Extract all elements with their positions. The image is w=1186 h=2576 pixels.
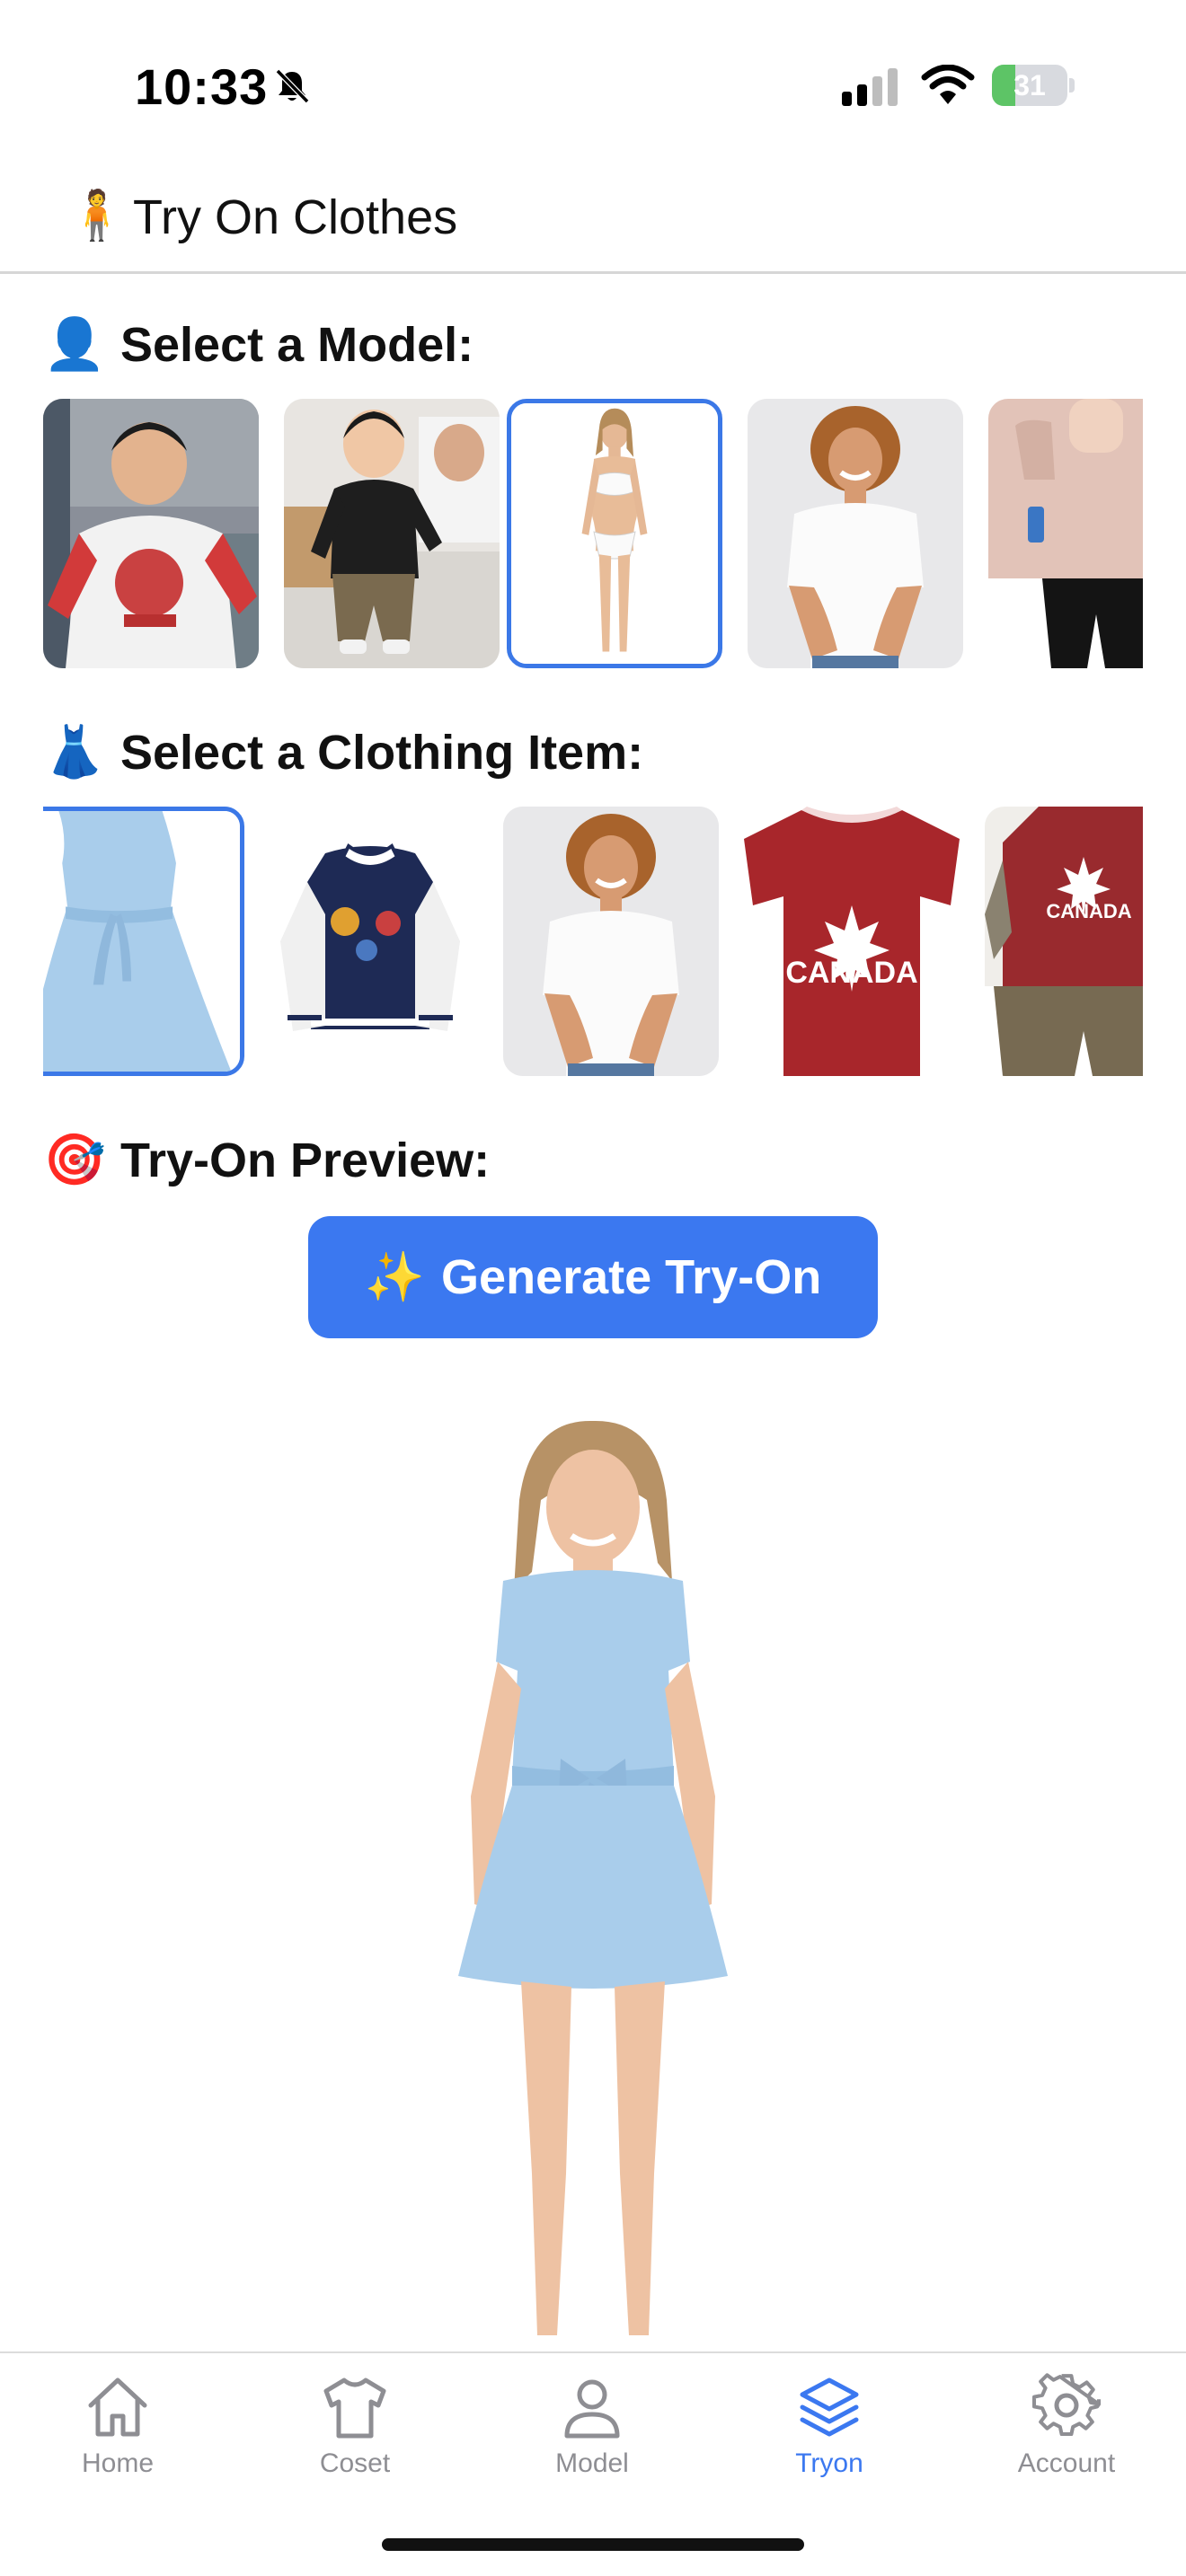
tab-account[interactable]: Account [977,2371,1156,2506]
clothing-carousel[interactable]: CANADA CANADA [43,807,1143,1076]
tab-tryon-label: Tryon [795,2448,863,2478]
clothing-thumb-blue-dress-selected[interactable] [43,807,244,1076]
bell-slash-icon [275,68,310,104]
clothing-thumb-white-tee[interactable] [503,807,719,1076]
models-section-title: 👤 Select a Model: [43,313,474,375]
model-thumb-4[interactable] [748,399,963,668]
bust-silhouette-emoji: 👤 [43,315,106,372]
generate-tryon-label: Generate Try-On [441,1250,822,1304]
cellular-signal-icon [842,68,898,106]
tab-coset[interactable]: Coset [265,2371,445,2506]
home-indicator [382,2538,804,2551]
preview-section-title: 🎯 Try-On Preview: [43,1128,490,1191]
page-header: 🧍 Try On Clothes [0,171,1186,274]
tab-tryon[interactable]: Tryon [739,2371,919,2506]
target-emoji: 🎯 [43,1131,106,1187]
tab-home[interactable]: Home [28,2371,208,2506]
generate-tryon-button[interactable]: ✨ Generate Try-On [308,1216,878,1338]
clothing-section-title: 👗 Select a Clothing Item: [43,720,643,783]
battery-charging-icon: 31 [992,65,1075,106]
gear-icon [1031,2373,1102,2437]
clothing-thumb-canada-child[interactable]: CANADA [985,807,1143,1076]
tab-model[interactable]: Model [502,2371,682,2506]
page-title: Try On Clothes [133,190,458,244]
status-bar: 10:33 31 [0,0,1186,171]
model-thumb-1[interactable] [43,399,259,668]
tshirt-icon [323,2378,386,2439]
clothing-thumb-canada-tee[interactable]: CANADA [744,807,960,1076]
layers-icon [800,2378,859,2437]
tab-model-label: Model [555,2448,629,2478]
canada-child-text: CANADA [1046,900,1131,922]
tab-account-label: Account [1017,2448,1116,2478]
dress-emoji: 👗 [43,723,106,780]
models-section-label: Select a Model: [120,318,474,372]
person-icon [564,2379,620,2439]
house-icon [88,2378,147,2437]
tab-coset-label: Coset [319,2448,391,2478]
model-carousel[interactable] [43,399,1143,668]
model-thumb-3-selected[interactable] [507,399,722,668]
model-thumb-5[interactable] [988,399,1143,668]
sparkles-icon: ✨ [364,1250,426,1304]
person-standing-emoji: 🧍 [66,189,128,243]
preview-section-label: Try-On Preview: [120,1134,491,1187]
status-time: 10:33 [135,58,269,115]
tryon-screen: 10:33 31 🧍 Try On Clothes 👤 Select a Mod… [0,0,1186,2576]
tryon-preview-image [305,1401,881,2351]
battery-label: 31 [1013,69,1046,101]
canada-tee-text: CANADA [785,956,917,990]
clothing-thumb-varsity-jacket[interactable] [262,807,478,1076]
clothing-section-label: Select a Clothing Item: [120,726,644,780]
model-thumb-2[interactable] [284,399,500,668]
wifi-icon [921,65,975,104]
tab-home-label: Home [81,2448,155,2478]
